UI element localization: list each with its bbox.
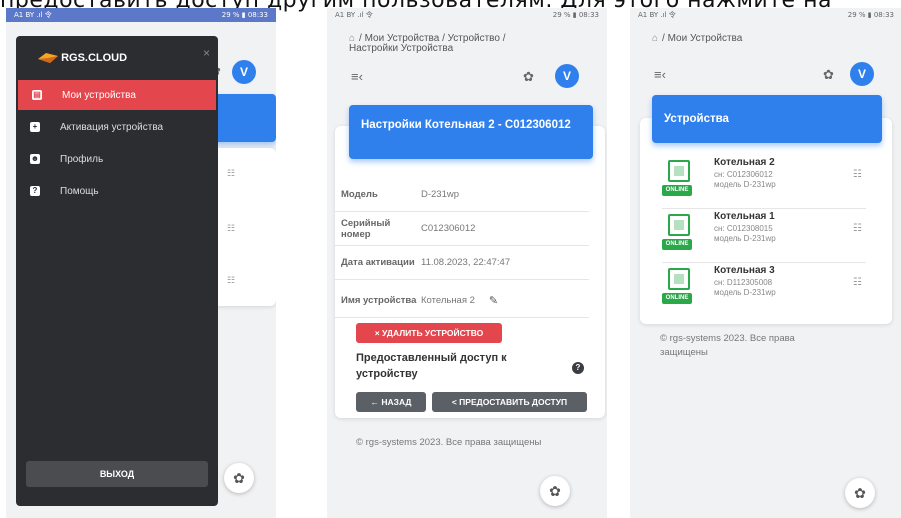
- breadcrumb-path: / Мои Устройства: [662, 33, 743, 44]
- close-icon[interactable]: ×: [203, 46, 210, 60]
- device-serial: сн: C012306012: [714, 170, 773, 179]
- status-bar: A1 BY .ıl 令 29 % ▮ 08:33: [327, 8, 607, 22]
- plus-icon: +: [30, 122, 40, 132]
- breadcrumb: ⌂ / Мои Устройства / Устройство / Настрой…: [327, 22, 607, 54]
- help-icon: ?: [30, 186, 40, 196]
- gear-icon: ✿: [854, 485, 866, 501]
- online-badge: ONLINE: [662, 239, 692, 250]
- status-battery-time: 29 % ▮ 08:33: [221, 11, 268, 19]
- phone-screen-devices-list: A1 BY .ıl 令 29 % ▮ 08:33 ⌂ / Мои Устройст…: [630, 8, 901, 518]
- gear-icon: ✿: [549, 483, 561, 499]
- avatar[interactable]: V: [850, 62, 874, 86]
- info-value: D-231wp: [421, 189, 460, 200]
- info-key: Серийный номер: [341, 217, 391, 240]
- settings-fab[interactable]: ✿: [845, 478, 875, 508]
- help-icon[interactable]: ?: [572, 362, 584, 374]
- device-name: Котельная 2: [714, 157, 775, 168]
- avatar[interactable]: V: [232, 60, 256, 84]
- info-row-serial: Серийный номер C012306012: [335, 212, 589, 246]
- navigation-drawer: RGS.CLOUD × ▤ Мои устройства + Активация…: [16, 36, 218, 506]
- toolbar: ≡‹ ✿ V: [327, 62, 607, 92]
- toolbar: ≡‹ ✿ V: [630, 60, 901, 90]
- device-model: модель D-231wp: [714, 180, 776, 189]
- menu-item-label: Помощь: [60, 185, 99, 197]
- gear-icon: ✿: [233, 470, 245, 486]
- footer-copyright: © rgs-systems 2023. Все права защищены: [356, 437, 542, 448]
- device-menu-icon[interactable]: ☷: [853, 277, 862, 288]
- menu-item-profile[interactable]: ☻ Профиль: [16, 144, 218, 174]
- device-model: модель D-231wp: [714, 234, 776, 243]
- back-button[interactable]: ← НАЗАД: [356, 392, 426, 412]
- info-row-device-name: Имя устройства Котельная 2 ✎: [335, 284, 589, 318]
- device-model: модель D-231wp: [714, 288, 776, 297]
- gear-icon[interactable]: ✿: [823, 67, 834, 83]
- brand-name: RGS.CLOUD: [61, 52, 128, 64]
- device-name: Котельная 1: [714, 211, 775, 222]
- devices-icon: ▤: [32, 90, 42, 100]
- status-bar: A1 BY .ıl 令 29 % ▮ 08:33: [6, 8, 276, 22]
- info-row-model: Модель D-231wp: [335, 178, 589, 212]
- status-carrier: A1 BY .ıl 令: [638, 11, 676, 19]
- profile-icon: ☻: [30, 154, 40, 164]
- device-serial: сн: C012308015: [714, 224, 773, 233]
- device-menu-icon[interactable]: ☷: [227, 168, 235, 179]
- info-value: 11.08.2023, 22:47:47: [421, 257, 511, 268]
- status-battery-time: 29 % ▮ 08:33: [552, 11, 599, 19]
- info-value: C012306012: [421, 223, 476, 234]
- status-carrier: A1 BY .ıl 令: [335, 11, 373, 19]
- device-menu-icon[interactable]: ☷: [853, 223, 862, 234]
- access-heading: Предоставленный доступ к устройству: [356, 352, 507, 380]
- avatar[interactable]: V: [555, 64, 579, 88]
- online-badge: ONLINE: [662, 293, 692, 304]
- menu-toggle-icon[interactable]: ≡‹: [654, 67, 666, 82]
- home-icon[interactable]: ⌂: [652, 33, 658, 44]
- info-row-activation-date: Дата активации 11.08.2023, 22:47:47: [335, 246, 589, 280]
- share-access-button[interactable]: < ПРЕДОСТАВИТЬ ДОСТУП: [432, 392, 587, 412]
- menu-item-help[interactable]: ? Помощь: [16, 176, 218, 206]
- settings-fab[interactable]: ✿: [540, 476, 570, 506]
- brand-logo: RGS.CLOUD: [38, 52, 127, 64]
- menu-item-activate-device[interactable]: + Активация устройства: [16, 112, 218, 142]
- info-value: Котельная 2: [421, 295, 475, 306]
- chip-icon: [668, 214, 690, 236]
- device-menu-icon[interactable]: ☷: [227, 223, 235, 234]
- info-key: Имя устройства: [341, 295, 417, 306]
- footer-copyright: © rgs-systems 2023. Все права защищены: [660, 333, 795, 358]
- edit-pencil-icon[interactable]: ✎: [489, 294, 498, 307]
- chip-icon: [668, 160, 690, 182]
- logout-button[interactable]: ВЫХОД: [26, 461, 208, 487]
- menu-item-label: Мои устройства: [62, 89, 136, 101]
- device-serial: сн: D112305008: [714, 278, 773, 287]
- breadcrumb: ⌂ / Мои Устройства: [630, 22, 901, 44]
- info-key: Модель: [341, 189, 378, 200]
- phone-screen-menu: A1 BY .ıl 令 29 % ▮ 08:33 V ✿ ☷ ☷ ☷ ✿ RGS…: [6, 8, 276, 518]
- chip-icon: [668, 268, 690, 290]
- device-menu-icon[interactable]: ☷: [227, 275, 235, 286]
- devices-title: Устройства: [652, 95, 882, 143]
- info-key: Дата активации: [341, 257, 415, 268]
- device-item[interactable]: ONLINE Котельная 1 сн: C012308015 модель…: [662, 211, 866, 263]
- status-bar: A1 BY .ıl 令 29 % ▮ 08:33: [630, 8, 901, 22]
- settings-title: Настройки Котельная 2 - C012306012: [349, 105, 593, 159]
- settings-fab[interactable]: ✿: [224, 463, 254, 493]
- menu-item-label: Активация устройства: [60, 121, 164, 133]
- breadcrumb-current: Настройки Устройства: [349, 43, 454, 54]
- menu-toggle-icon[interactable]: ≡‹: [351, 69, 363, 84]
- logo-icon: [38, 53, 58, 64]
- status-battery-time: 29 % ▮ 08:33: [847, 11, 894, 19]
- menu-item-label: Профиль: [60, 153, 104, 165]
- phone-screen-device-settings: A1 BY .ıl 令 29 % ▮ 08:33 ⌂ / Мои Устройст…: [327, 8, 607, 518]
- device-item[interactable]: ONLINE Котельная 2 сн: C012306012 модель…: [662, 157, 866, 209]
- delete-device-button[interactable]: × УДАЛИТЬ УСТРОЙСТВО: [356, 323, 502, 343]
- status-carrier: A1 BY .ıl 令: [14, 11, 52, 19]
- menu-item-my-devices[interactable]: ▤ Мои устройства: [18, 80, 216, 110]
- device-menu-icon[interactable]: ☷: [853, 169, 862, 180]
- device-name: Котельная 3: [714, 265, 775, 276]
- online-badge: ONLINE: [662, 185, 692, 196]
- gear-icon[interactable]: ✿: [523, 69, 534, 85]
- device-item[interactable]: ONLINE Котельная 3 сн: D112305008 модель…: [662, 265, 866, 317]
